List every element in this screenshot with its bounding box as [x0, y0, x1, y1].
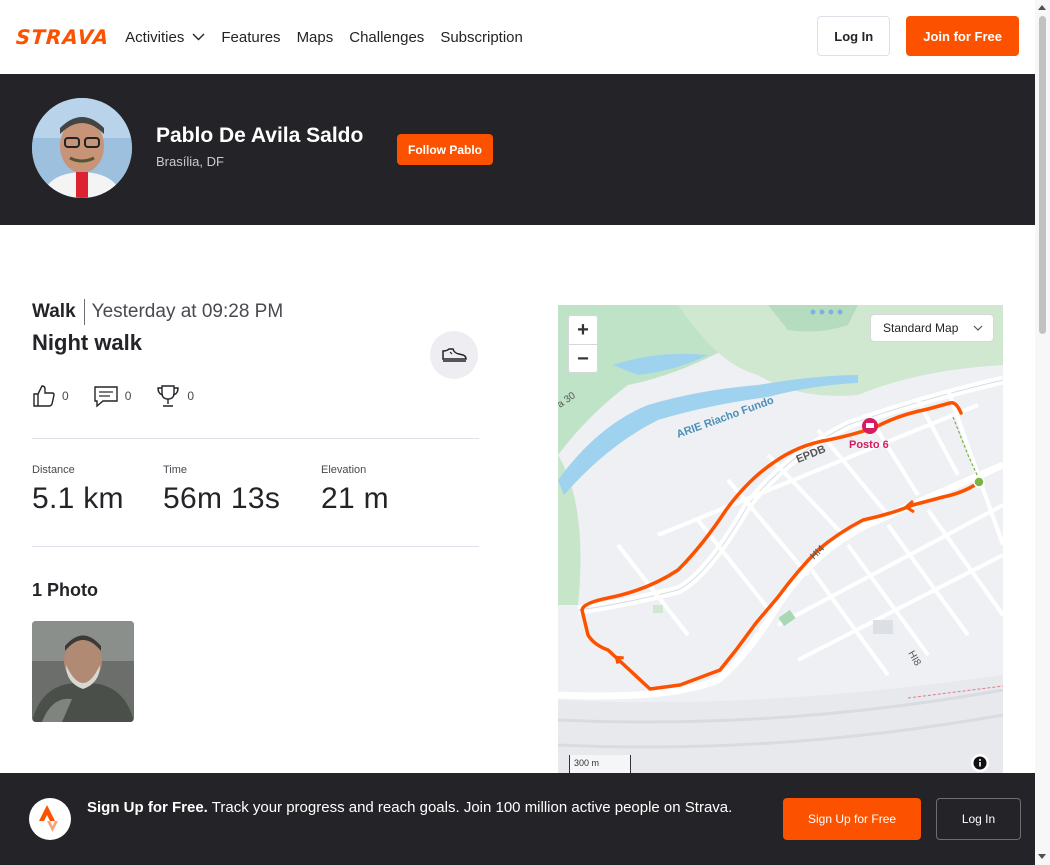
scroll-down-arrow[interactable]: [1038, 854, 1046, 859]
photos-title: 1 Photo: [32, 580, 98, 600]
scroll-up-arrow[interactable]: [1038, 5, 1046, 10]
stat-time-value: 56m 13s: [163, 482, 281, 515]
map-label-poi: Posto 6: [849, 439, 889, 451]
stat-elevation-value: 21 m: [321, 482, 389, 515]
follow-button[interactable]: Follow Pablo: [397, 134, 493, 165]
achievements-button[interactable]: 0: [155, 383, 194, 409]
athlete-avatar[interactable]: [32, 98, 132, 198]
nav-maps[interactable]: Maps: [297, 29, 334, 46]
activity-photo[interactable]: [32, 621, 134, 722]
banner-message: Sign Up for Free. Track your progress an…: [87, 797, 757, 819]
activity-meta: Walk Yesterday at 09:28 PM: [32, 299, 283, 325]
banner-signup-button[interactable]: Sign Up for Free: [783, 798, 922, 840]
athlete-name[interactable]: Pablo De Avila Saldo: [156, 124, 363, 148]
activity-date: Yesterday at 09:28 PM: [91, 301, 284, 322]
zoom-out-button[interactable]: −: [569, 345, 597, 374]
zoom-controls: + −: [568, 315, 598, 373]
nav-activities-label: Activities: [125, 28, 185, 46]
thumbs-up-icon: [33, 385, 55, 407]
stats-divider-top: [32, 438, 479, 439]
signup-banner: Sign Up for Free. Track your progress an…: [0, 773, 1035, 865]
login-button[interactable]: Log In: [817, 16, 891, 56]
comment-icon: [93, 386, 118, 408]
banner-body: Track your progress and reach goals. Joi…: [211, 799, 733, 816]
page-scrollbar[interactable]: [1035, 0, 1050, 865]
athlete-header: Pablo De Avila Saldo Brasília, DF Follow…: [0, 74, 1035, 225]
strava-logo[interactable]: STRAVA: [15, 25, 110, 49]
nav-subscription[interactable]: Subscription: [440, 29, 523, 46]
top-navigation: STRAVA Activities Features Maps Challeng…: [0, 0, 1035, 74]
comments-count: 0: [124, 389, 132, 403]
scroll-thumb[interactable]: [1039, 16, 1046, 334]
athlete-location: Brasília, DF: [156, 154, 224, 169]
map-style-select[interactable]: Standard Map: [870, 314, 994, 342]
stat-elevation: Elevation 21 m: [321, 464, 389, 516]
zoom-in-button[interactable]: +: [569, 316, 597, 345]
map-canvas: ARIE Riacho Fundo EPDB HI4 HI8 a 30 Post…: [558, 305, 1003, 775]
stat-distance-value: 5.1 km: [32, 482, 124, 515]
map-scale: 300 m: [569, 755, 631, 775]
chevron-down-icon: [192, 33, 205, 41]
strava-badge-icon: [29, 798, 71, 840]
stat-distance-label: Distance: [32, 464, 75, 476]
chevron-down-icon: [973, 325, 983, 331]
stat-time: Time 56m 13s: [163, 464, 280, 516]
social-actions: 0 0 0: [32, 383, 194, 409]
stats-divider-bottom: [32, 546, 479, 547]
stat-time-label: Time: [163, 464, 188, 476]
activity-title: Night walk: [32, 330, 143, 355]
activity-type: Walk: [32, 299, 85, 325]
nav-activities[interactable]: Activities: [125, 29, 205, 46]
map-label-hi8: HI8: [905, 649, 923, 668]
comments-button[interactable]: 0: [93, 384, 132, 408]
nav-features[interactable]: Features: [221, 29, 280, 46]
nav-actions: Log In Join for Free: [817, 16, 1019, 56]
stat-distance: Distance 5.1 km: [32, 464, 124, 516]
info-icon: [973, 756, 987, 770]
trophy-icon: [157, 385, 180, 407]
kudos-count: 0: [62, 389, 69, 403]
banner-login-button[interactable]: Log In: [936, 798, 1021, 840]
nav-challenges[interactable]: Challenges: [349, 29, 424, 46]
banner-headline: Sign Up for Free.: [87, 799, 208, 816]
kudos-button[interactable]: 0: [32, 384, 69, 408]
shoe-icon: [442, 348, 467, 362]
map-style-label: Standard Map: [883, 321, 959, 335]
gear-shoe-button[interactable]: [430, 331, 478, 379]
join-button[interactable]: Join for Free: [906, 16, 1019, 56]
achievements-count: 0: [187, 389, 195, 403]
info-button[interactable]: [971, 754, 989, 772]
route-map[interactable]: ARIE Riacho Fundo EPDB HI4 HI8 a 30 Post…: [558, 305, 1003, 775]
stat-elevation-label: Elevation: [321, 464, 367, 476]
